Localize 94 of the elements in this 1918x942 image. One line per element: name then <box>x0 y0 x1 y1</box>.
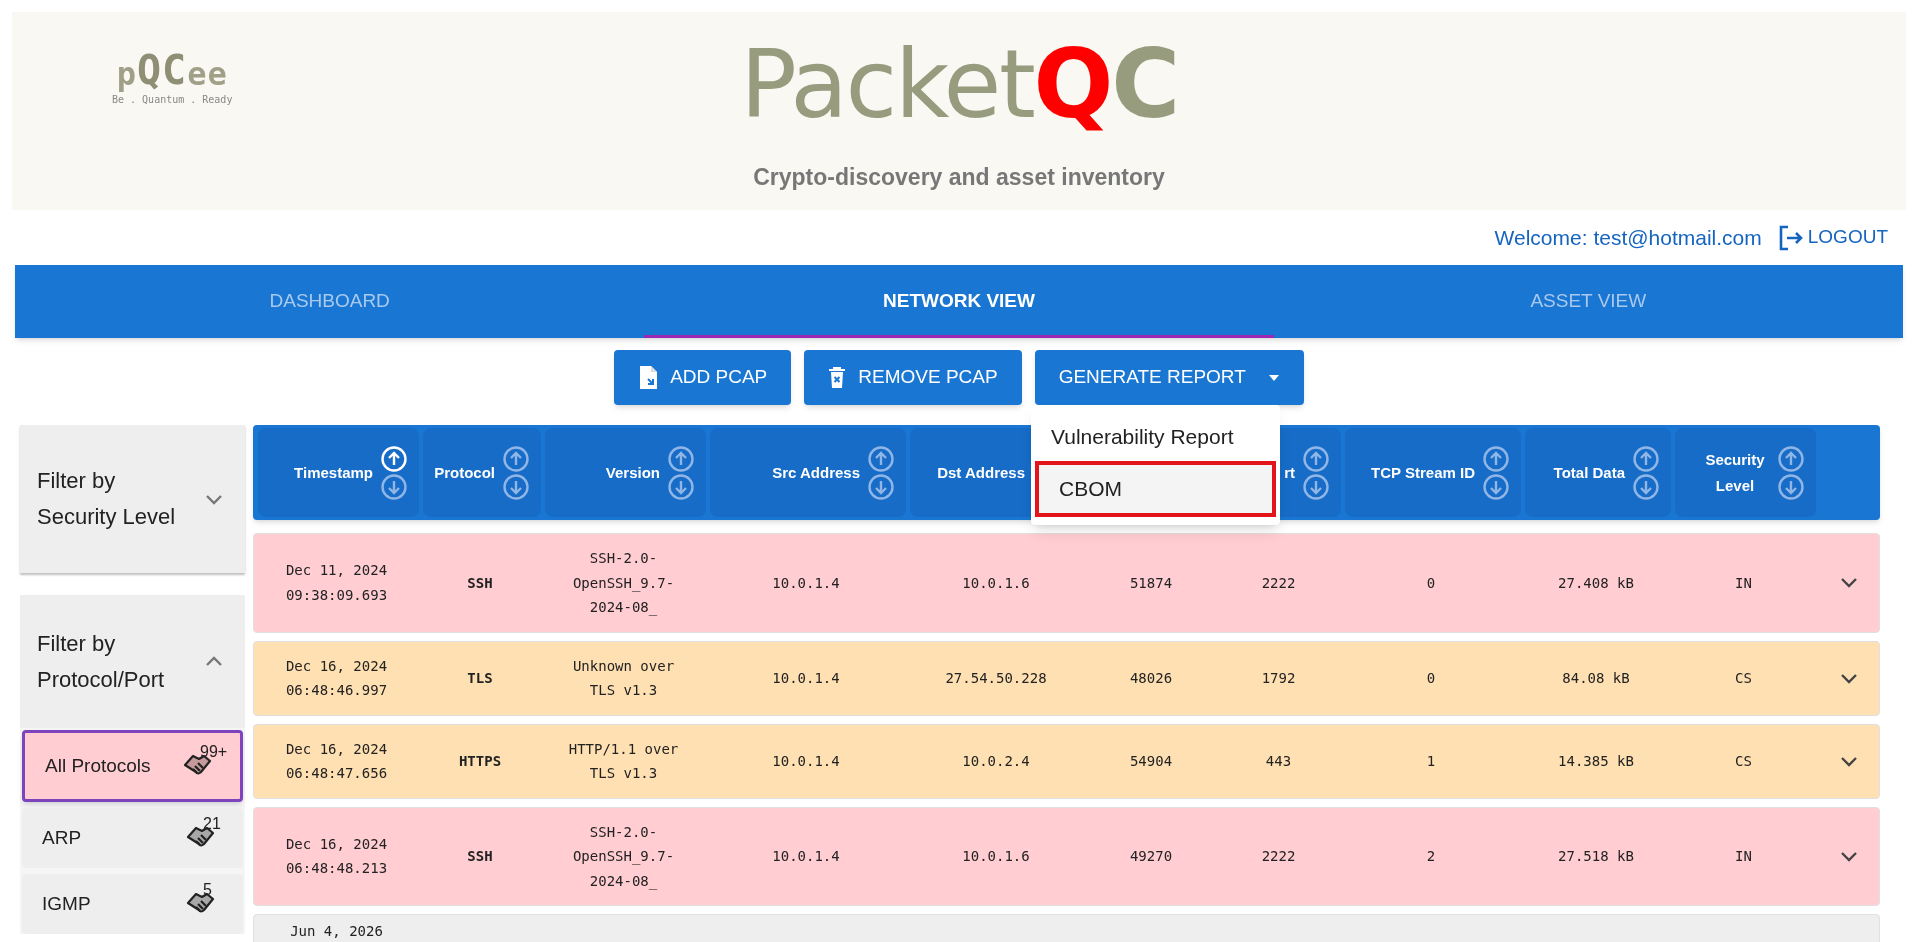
table-cell-text: SSH <box>467 847 493 866</box>
table-cell-text: 2 <box>1426 847 1436 866</box>
table-cell-text: SSH-2.0-OpenSSH_9.7-2024-08_ <box>571 549 676 618</box>
table-cell-text: 10.0.1.4 <box>772 751 840 771</box>
column-header[interactable]: Protocol <box>434 459 495 486</box>
chevron-down-icon <box>1839 850 1858 862</box>
table-cell-text: 0 <box>1426 573 1436 593</box>
toolbar-button[interactable]: REMOVE PCAP <box>804 350 1022 405</box>
chevron-down-icon <box>1839 755 1858 767</box>
table-cell-text: 49270 <box>1129 847 1173 866</box>
table-cell-text: IN <box>1735 573 1752 593</box>
table-cell-text: 10.0.1.6 <box>962 573 1030 593</box>
tab[interactable]: ASSET VIEW <box>1273 265 1903 338</box>
table-cell-text: 27.54.50.228 <box>945 668 1047 688</box>
filter-section-header[interactable]: Filter by Security Level <box>20 425 245 573</box>
protocol-filter-item[interactable]: All Protocols 99+ <box>22 730 243 802</box>
table-cell-text: 10.0.1.4 <box>772 847 840 866</box>
sort-down-icon[interactable] <box>1778 473 1804 500</box>
table-cell-text: 2222 <box>1261 573 1296 593</box>
menu-item[interactable]: CBOM <box>1035 461 1276 517</box>
table-cell-text: 48026 <box>1129 668 1173 688</box>
chevron-down-icon <box>1839 577 1858 589</box>
toolbar-button[interactable]: GENERATE REPORT <box>1034 350 1304 405</box>
column-header[interactable]: Dst Address <box>937 459 1025 486</box>
table-cell-text: Jun 4, 2026 <box>289 922 384 941</box>
sort-up-icon[interactable] <box>668 445 694 472</box>
table-cell-text: Unknown over TLS v1.3 <box>571 656 676 700</box>
table-cell-text: SSH-2.0-OpenSSH_9.7-2024-08_ <box>571 822 676 892</box>
column-header[interactable]: Timestamp <box>294 459 373 486</box>
tab[interactable]: DASHBOARD <box>15 265 645 338</box>
brand-tagline: Be . Quantum . Ready <box>112 93 233 107</box>
table-cell-text: 0 <box>1426 668 1436 688</box>
sort-down-icon[interactable] <box>668 473 694 500</box>
brand-logo: pQCee <box>116 50 228 90</box>
logout-link[interactable]: LOGOUT <box>1777 223 1888 252</box>
table-cell-text: 2222 <box>1261 847 1296 866</box>
sort-down-icon[interactable] <box>381 473 407 500</box>
table-cell-text: 1 <box>1426 751 1436 771</box>
chevron-down-icon <box>1839 672 1858 684</box>
tab[interactable]: NETWORK VIEW <box>644 265 1274 338</box>
sort-down-icon[interactable] <box>868 473 894 500</box>
table-cell-text: 1792 <box>1261 668 1296 688</box>
chevron-up-icon <box>205 656 223 667</box>
sort-down-icon[interactable] <box>1483 473 1509 500</box>
table-cell-text: 10.0.1.4 <box>772 668 840 688</box>
app-subtitle: Crypto-discovery and asset inventory <box>753 163 1165 192</box>
table-cell-text: Dec 11, 2024 09:38:09.693 <box>284 561 389 605</box>
sort-up-icon[interactable] <box>503 445 529 472</box>
file-add-icon <box>638 365 659 390</box>
sort-up-icon[interactable] <box>1303 445 1329 472</box>
caret-icon <box>1267 373 1280 382</box>
table-cell-text: SSH <box>467 573 493 593</box>
trash-icon <box>828 366 847 389</box>
chevron-down-icon <box>205 493 223 505</box>
table-cell-text: Dec 16, 2024 06:48:47.656 <box>284 739 389 783</box>
menu-item[interactable]: Vulnerability Report <box>1031 413 1280 461</box>
table-cell-text: 51874 <box>1129 573 1173 593</box>
filter-section-title: Filter by Security Level <box>37 467 177 531</box>
logout-icon <box>1777 223 1804 252</box>
table-cell-text: Dec 16, 2024 06:48:48.213 <box>284 834 389 879</box>
table-cell-text: TLS <box>467 668 493 688</box>
sort-up-icon[interactable] <box>1633 445 1659 472</box>
welcome-text: Welcome: test@hotmail.com <box>1494 224 1762 251</box>
table-cell-text: CS <box>1735 668 1752 688</box>
table-cell-text: 10.0.1.4 <box>772 573 840 593</box>
sort-down-icon[interactable] <box>503 473 529 500</box>
filter-section-title: Filter by Protocol/Port <box>37 629 166 694</box>
table-cell-text: CS <box>1735 751 1752 771</box>
table-cell-text: 27.408 kB <box>1558 573 1634 593</box>
table-cell-text: IN <box>1735 847 1752 866</box>
table-cell-text: 10.0.1.6 <box>962 847 1030 866</box>
column-header[interactable]: Src Address <box>772 459 860 486</box>
table-cell-text: HTTPS <box>458 751 502 771</box>
sort-up-icon[interactable] <box>868 445 894 472</box>
column-header[interactable]: TCP Stream ID <box>1371 459 1475 486</box>
sort-up-icon[interactable] <box>1483 445 1509 472</box>
column-header[interactable]: Version <box>605 459 660 486</box>
table-cell-text: 27.518 kB <box>1558 847 1634 866</box>
table-cell-text: 10.0.2.4 <box>962 751 1030 771</box>
sort-down-icon[interactable] <box>1633 473 1659 500</box>
column-header[interactable]: rt <box>1284 459 1295 486</box>
table-cell-text: HTTP/1.1 over TLS v1.3 <box>567 739 680 783</box>
sort-up-icon[interactable] <box>1778 445 1804 472</box>
table-cell-text: 84.08 kB <box>1562 668 1630 688</box>
table-cell-text: Dec 16, 2024 06:48:46.997 <box>284 656 389 700</box>
table-cell-text: 14.385 kB <box>1558 751 1634 771</box>
table-cell-text: 54904 <box>1129 751 1173 771</box>
sort-down-icon[interactable] <box>1303 473 1329 500</box>
filter-section-header[interactable]: Filter by Protocol/Port <box>20 595 245 728</box>
app-title: PacketQC <box>740 30 1178 140</box>
toolbar-button[interactable]: ADD PCAP <box>614 350 792 405</box>
count-label: 99+ <box>200 742 228 762</box>
column-header[interactable]: Total Data <box>1553 459 1625 486</box>
table-cell-text: 443 <box>1265 751 1292 771</box>
